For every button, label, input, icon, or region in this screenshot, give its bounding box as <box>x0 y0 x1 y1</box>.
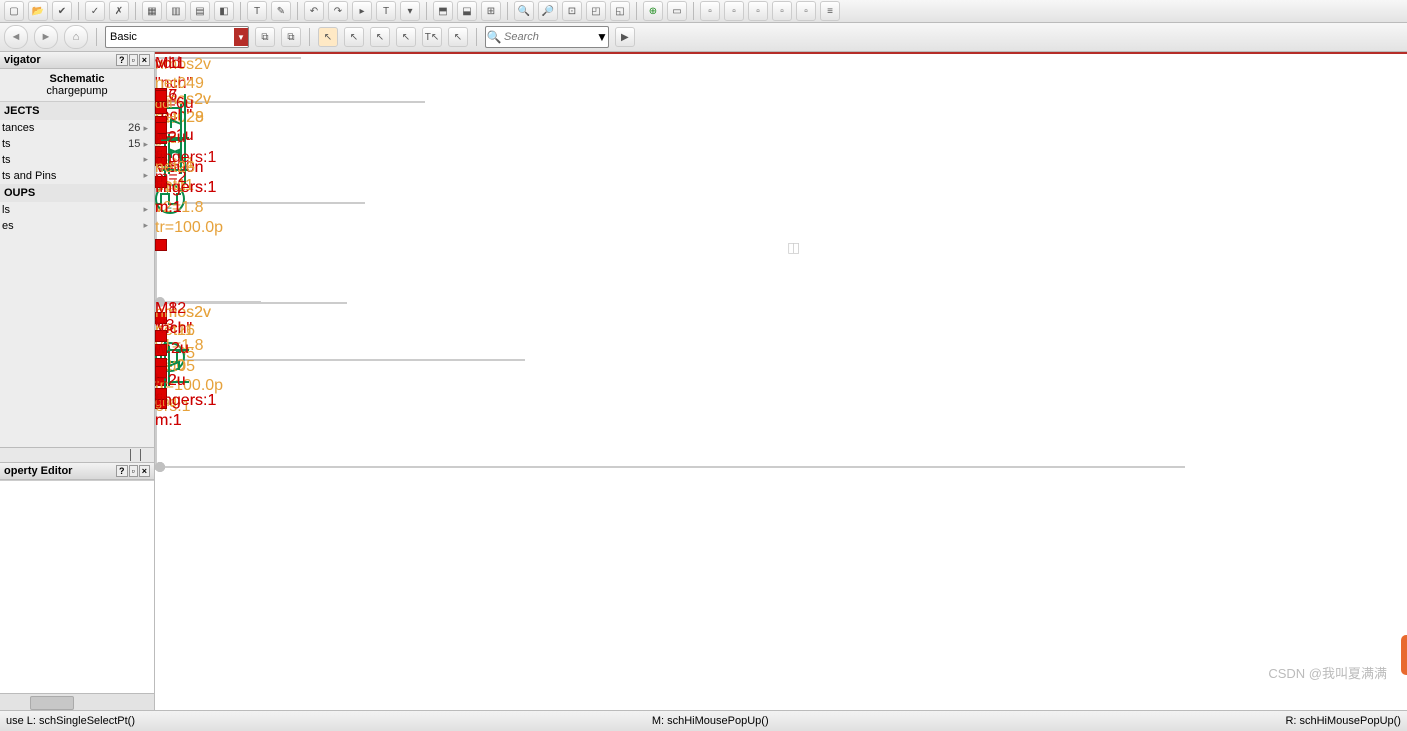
param: fingers:1 <box>155 391 216 410</box>
undock-icon[interactable]: ▫ <box>129 54 138 66</box>
undock-icon[interactable]: ▫ <box>129 465 138 477</box>
tool-icon[interactable]: ▤ <box>190 1 210 21</box>
tree-item[interactable]: ts and Pins▸ <box>0 168 154 184</box>
zoomin-icon[interactable]: 🔍 <box>514 1 534 21</box>
tool-icon[interactable]: ◧ <box>214 1 234 21</box>
schematic-canvas[interactable]: n" u u ers:1 V4 v1:0 v2=1.8 tr=100.0p nm… <box>155 52 1407 710</box>
add-icon[interactable]: ⊕ <box>643 1 663 21</box>
navigator-tree: JECTS tances26 ▸ ts15 ▸ ts▸ ts and Pins▸… <box>0 102 154 234</box>
help-icon[interactable]: ? <box>116 465 128 477</box>
toolbar-secondary: ◄ ► ⌂ ▼ ⧉ ⧉ ↖ ↖ ↖ ↖ T↖ ↖ 🔍 ▼ ▶ <box>0 23 1407 52</box>
groups-category: OUPS <box>0 184 154 202</box>
close-icon[interactable]: × <box>139 465 150 477</box>
tree-item[interactable]: tances26 ▸ <box>0 120 154 136</box>
tree-item[interactable]: es▸ <box>0 218 154 234</box>
search-input[interactable] <box>502 27 596 47</box>
search-box[interactable]: 🔍 ▼ <box>485 26 609 48</box>
tool-icon[interactable]: ▭ <box>667 1 687 21</box>
net: net26 <box>155 158 195 177</box>
status-mid: M: schHiMousePopUp() <box>652 715 769 727</box>
tool-icon[interactable]: ▫ <box>748 1 768 21</box>
library-input[interactable] <box>106 28 234 46</box>
objects-category: JECTS <box>0 102 154 120</box>
text-cursor-icon[interactable]: T↖ <box>422 27 442 47</box>
cell-name: chargepump <box>0 85 154 97</box>
param: l=2u <box>155 128 186 147</box>
zoomfit-icon[interactable]: ⊡ <box>562 1 582 21</box>
tool-icon[interactable]: ⧉ <box>255 27 275 47</box>
tree-item[interactable]: ts▸ <box>0 152 154 168</box>
status-left: use L: schSingleSelectPt() <box>6 715 135 727</box>
tree-item[interactable]: ts15 ▸ <box>0 136 154 152</box>
nav-home-icon[interactable]: ⌂ <box>64 25 88 49</box>
property-editor-body <box>0 480 154 694</box>
schematic-label: Schematic <box>0 73 154 85</box>
tool-icon[interactable]: ▸ <box>352 1 372 21</box>
side-panel: vigator ? ▫ × Schematic chargepump JECTS… <box>0 52 155 710</box>
navigator-info: Schematic chargepump <box>0 69 154 102</box>
annotation-icon: ◫ <box>787 239 800 256</box>
cursor-icon[interactable]: ↖ <box>318 27 338 47</box>
toolbar-primary: ▢ 📂 ✔ ✓ ✗ ▦ ▥ ▤ ◧ T ✎ ↶ ↷ ▸ T ▾ ⬒ ⬓ ⊞ 🔍 … <box>0 0 1407 23</box>
zoom-icon[interactable]: ◱ <box>610 1 630 21</box>
navigator-title: vigator <box>4 54 41 66</box>
pencil-icon[interactable]: ✎ <box>271 1 291 21</box>
nav-back-icon[interactable]: ◄ <box>4 25 28 49</box>
param: l=2u <box>155 371 186 390</box>
tool-icon[interactable]: ▦ <box>142 1 162 21</box>
instance-name: M12 <box>155 299 186 318</box>
help-icon[interactable]: ? <box>116 54 128 66</box>
cursor-icon[interactable]: ↖ <box>448 27 468 47</box>
search-go-icon[interactable]: ▶ <box>615 27 635 47</box>
param: m:1 <box>155 198 182 217</box>
param: m:1 <box>155 411 182 430</box>
cursor-icon[interactable]: ↖ <box>370 27 390 47</box>
hscrollbar[interactable] <box>0 693 154 710</box>
library-selector[interactable]: ▼ <box>105 26 249 48</box>
param: w:2u <box>155 339 189 358</box>
text-tool-icon[interactable]: T <box>376 1 396 21</box>
tool-icon[interactable]: ▫ <box>724 1 744 21</box>
tool-icon[interactable]: ▥ <box>166 1 186 21</box>
tool-icon[interactable]: ▫ <box>772 1 792 21</box>
search-icon: 🔍 <box>486 30 502 44</box>
side-handle[interactable] <box>1401 635 1407 675</box>
cross-icon[interactable]: ✗ <box>109 1 129 21</box>
nav-fwd-icon[interactable]: ► <box>34 25 58 49</box>
new-icon[interactable]: ▢ <box>4 1 24 21</box>
property-editor-header: operty Editor ? ▫ × <box>0 463 154 480</box>
cursor-icon[interactable]: ↖ <box>396 27 416 47</box>
cursor-icon[interactable]: ↖ <box>344 27 364 47</box>
redo-icon[interactable]: ↷ <box>328 1 348 21</box>
save-icon[interactable]: ✔ <box>52 1 72 21</box>
navigator-header: vigator ? ▫ × <box>0 52 154 69</box>
param: "nch" <box>155 319 192 338</box>
chevron-down-icon[interactable]: ▼ <box>596 30 608 44</box>
watermark: CSDN @我叫夏满满 <box>1268 663 1387 682</box>
tool-icon[interactable]: ▾ <box>400 1 420 21</box>
zoom-icon[interactable]: ◰ <box>586 1 606 21</box>
tool-icon[interactable]: ⧉ <box>281 27 301 47</box>
undo-icon[interactable]: ↶ <box>304 1 324 21</box>
tool-icon[interactable]: ⬓ <box>457 1 477 21</box>
param: tr=100.0p <box>155 218 223 237</box>
property-editor-title: operty Editor <box>4 465 72 477</box>
text-icon[interactable]: T <box>247 1 267 21</box>
check-icon[interactable]: ✓ <box>85 1 105 21</box>
status-bar: use L: schSingleSelectPt() M: schHiMouse… <box>0 710 1407 731</box>
status-right: R: schHiMousePopUp() <box>1285 715 1401 727</box>
zoomout-icon[interactable]: 🔎 <box>538 1 558 21</box>
tool-icon[interactable]: ▫ <box>796 1 816 21</box>
net-vdd: vdd <box>155 54 181 73</box>
chevron-down-icon[interactable]: ▼ <box>234 28 248 46</box>
close-icon[interactable]: × <box>139 54 150 66</box>
tool-icon[interactable]: ⊞ <box>481 1 501 21</box>
tool-icon[interactable]: ⬒ <box>433 1 453 21</box>
open-icon[interactable]: 📂 <box>28 1 48 21</box>
ruler[interactable] <box>0 447 154 463</box>
tool-icon[interactable]: ▫ <box>700 1 720 21</box>
tree-item[interactable]: ls▸ <box>0 202 154 218</box>
list-icon[interactable]: ≡ <box>820 1 840 21</box>
